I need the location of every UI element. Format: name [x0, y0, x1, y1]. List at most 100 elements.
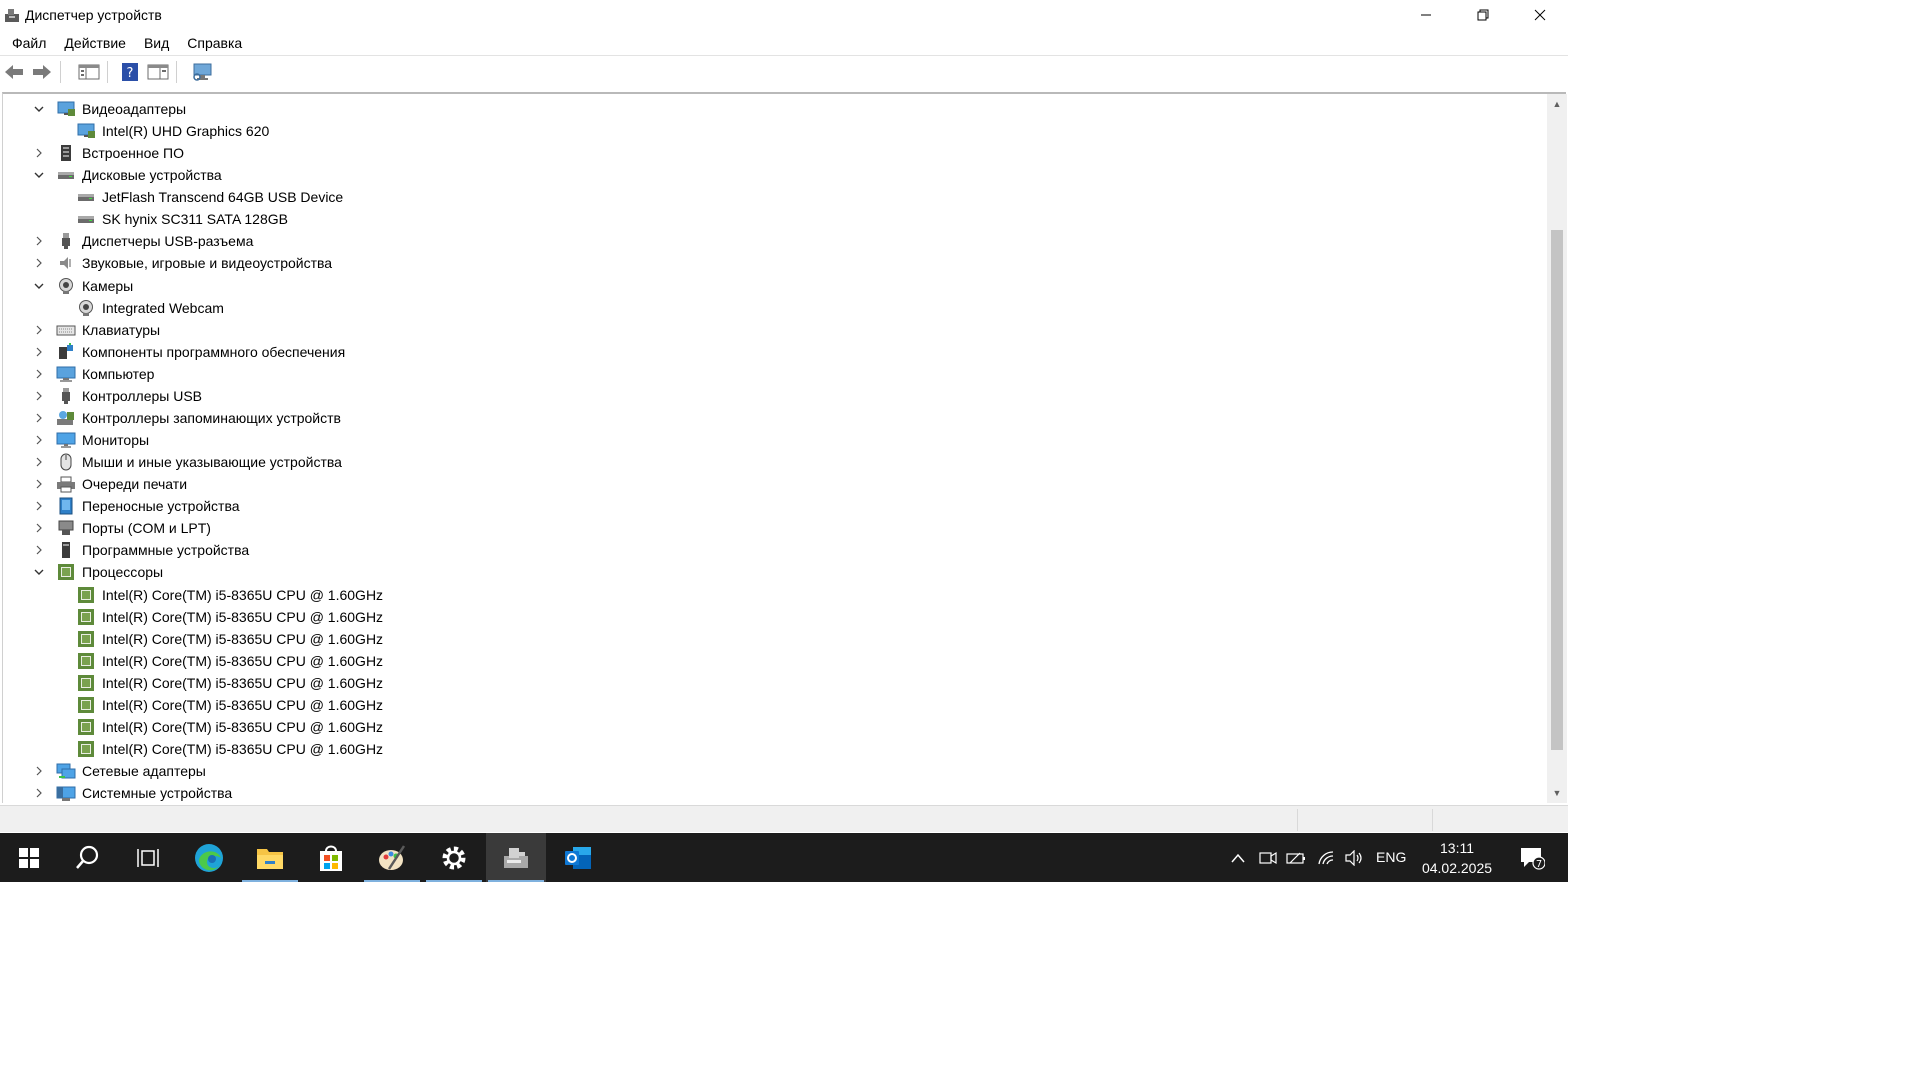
network-button[interactable]	[1314, 833, 1338, 882]
tree-category[interactable]: Процессоры	[32, 561, 163, 583]
tree-device[interactable]: Intel(R) Core(TM) i5-8365U CPU @ 1.60GHz	[76, 606, 383, 628]
settings-taskbar-button[interactable]	[424, 833, 484, 882]
tree-category[interactable]: Мыши и иные указывающие устройства	[32, 451, 342, 473]
disk-drive-icon	[56, 166, 76, 184]
status-bar	[0, 805, 1568, 832]
help-button[interactable]: ?	[116, 59, 144, 85]
file-explorer-taskbar-button[interactable]	[240, 833, 300, 882]
chevron-down-icon[interactable]	[32, 279, 46, 293]
meet-now-button[interactable]	[1256, 833, 1280, 882]
tree-category[interactable]: Программные устройства	[32, 539, 249, 561]
tree-device[interactable]: Intel(R) Core(TM) i5-8365U CPU @ 1.60GHz	[76, 738, 383, 760]
forward-button[interactable]	[28, 59, 56, 85]
tree-device[interactable]: Intel(R) Core(TM) i5-8365U CPU @ 1.60GHz	[76, 672, 383, 694]
input-language-indicator[interactable]: ENG	[1376, 833, 1406, 882]
tree-category[interactable]: Компьютер	[32, 363, 154, 385]
minimize-button[interactable]	[1397, 0, 1454, 30]
chevron-right-icon[interactable]	[32, 256, 46, 270]
battery-icon	[1286, 852, 1305, 864]
tree-category[interactable]: Камеры	[32, 275, 133, 297]
tree-device[interactable]: Intel(R) Core(TM) i5-8365U CPU @ 1.60GHz	[76, 584, 383, 606]
chevron-right-icon[interactable]	[32, 345, 46, 359]
tree-device[interactable]: Intel(R) Core(TM) i5-8365U CPU @ 1.60GHz	[76, 694, 383, 716]
chevron-down-icon[interactable]	[32, 168, 46, 182]
chevron-right-icon[interactable]	[32, 146, 46, 160]
tree-category[interactable]: Системные устройства	[32, 782, 232, 803]
menu-action[interactable]: Действие	[58, 35, 132, 51]
running-indicator	[426, 880, 482, 882]
start-button[interactable]	[0, 833, 58, 882]
tree-device[interactable]: Intel(R) Core(TM) i5-8365U CPU @ 1.60GHz	[76, 628, 383, 650]
vertical-scrollbar[interactable]: ▲ ▼	[1547, 94, 1567, 803]
volume-button[interactable]	[1342, 833, 1366, 882]
chevron-right-icon[interactable]	[32, 477, 46, 491]
tree-category[interactable]: Клавиатуры	[32, 319, 160, 341]
chevron-right-icon[interactable]	[32, 389, 46, 403]
tree-category[interactable]: Компоненты программного обеспечения	[32, 341, 345, 363]
tree-device[interactable]: Intel(R) Core(TM) i5-8365U CPU @ 1.60GHz	[76, 716, 383, 738]
tree-category[interactable]: Сетевые адаптеры	[32, 760, 206, 782]
menu-help[interactable]: Справка	[181, 35, 248, 51]
tree-category[interactable]: Диспетчеры USB-разъема	[32, 230, 253, 252]
chevron-right-icon[interactable]	[32, 367, 46, 381]
processor-icon	[76, 608, 96, 626]
task-view-button[interactable]	[118, 833, 178, 882]
chevron-right-icon[interactable]	[32, 499, 46, 513]
chevron-right-icon[interactable]	[32, 433, 46, 447]
scroll-up-arrow-icon[interactable]: ▲	[1547, 94, 1567, 114]
tree-category[interactable]: Видеоадаптеры	[32, 98, 186, 120]
tree-device[interactable]: SK hynix SC311 SATA 128GB	[76, 208, 288, 230]
processor-icon	[76, 696, 96, 714]
tree-item-label: Intel(R) Core(TM) i5-8365U CPU @ 1.60GHz	[102, 630, 384, 647]
chevron-right-icon[interactable]	[32, 455, 46, 469]
menu-file[interactable]: Файл	[6, 35, 52, 51]
show-hide-console-tree-button[interactable]	[75, 59, 103, 85]
tree-category[interactable]: Звуковые, игровые и видеоустройства	[32, 252, 332, 274]
chevron-right-icon[interactable]	[32, 764, 46, 778]
tree-device[interactable]: Intel(R) Core(TM) i5-8365U CPU @ 1.60GHz	[76, 650, 383, 672]
store-taskbar-button[interactable]	[301, 833, 361, 882]
device-manager-taskbar-button[interactable]	[486, 833, 546, 882]
chevron-right-icon[interactable]	[32, 786, 46, 800]
properties-pane-button[interactable]	[144, 59, 172, 85]
chevron-right-icon[interactable]	[32, 521, 46, 535]
scroll-down-arrow-icon[interactable]: ▼	[1547, 783, 1567, 803]
menu-view[interactable]: Вид	[138, 35, 175, 51]
running-indicator	[364, 880, 420, 882]
chevron-down-icon[interactable]	[32, 565, 46, 579]
chevron-right-icon[interactable]	[32, 411, 46, 425]
action-center-button[interactable]: 7	[1512, 833, 1552, 882]
back-button[interactable]	[0, 59, 28, 85]
edge-taskbar-button[interactable]	[179, 833, 239, 882]
tree-device[interactable]: JetFlash Transcend 64GB USB Device	[76, 186, 343, 208]
search-button[interactable]	[58, 833, 118, 882]
tree-category[interactable]: Контроллеры запоминающих устройств	[32, 407, 341, 429]
tree-item-label: Порты (COM и LPT)	[82, 520, 211, 537]
tree-category[interactable]: Дисковые устройства	[32, 164, 222, 186]
tree-category[interactable]: Контроллеры USB	[32, 385, 202, 407]
chevron-right-icon[interactable]	[32, 543, 46, 557]
outlook-taskbar-button[interactable]	[548, 833, 608, 882]
tree-category[interactable]: Переносные устройства	[32, 495, 240, 517]
tree-category[interactable]: Мониторы	[32, 429, 149, 451]
toolbar-separator	[176, 61, 177, 83]
tree-category[interactable]: Очереди печати	[32, 473, 187, 495]
restore-button[interactable]	[1454, 0, 1511, 30]
chevron-down-icon[interactable]	[32, 102, 46, 116]
tree-category[interactable]: Порты (COM и LPT)	[32, 517, 211, 539]
tree-category[interactable]: Встроенное ПО	[32, 142, 184, 164]
device-tree-pane: Видеоадаптеры Intel(R) UHD Graphics 620 Вс…	[2, 92, 1566, 803]
paint-taskbar-button[interactable]	[362, 833, 422, 882]
tree-device[interactable]: Intel(R) UHD Graphics 620	[76, 120, 269, 142]
scan-hardware-button[interactable]	[189, 59, 217, 85]
chevron-right-icon[interactable]	[32, 234, 46, 248]
close-button[interactable]	[1511, 0, 1568, 30]
scroll-thumb[interactable]	[1551, 230, 1563, 750]
show-hidden-icons-button[interactable]	[1226, 833, 1250, 882]
taskbar-clock[interactable]: 13:11 04.02.2025	[1416, 838, 1498, 878]
battery-button[interactable]	[1284, 833, 1308, 882]
back-arrow-icon	[5, 65, 23, 79]
tree-device[interactable]: Integrated Webcam	[76, 297, 224, 319]
chevron-right-icon[interactable]	[32, 323, 46, 337]
display-adapter-icon	[56, 100, 76, 118]
